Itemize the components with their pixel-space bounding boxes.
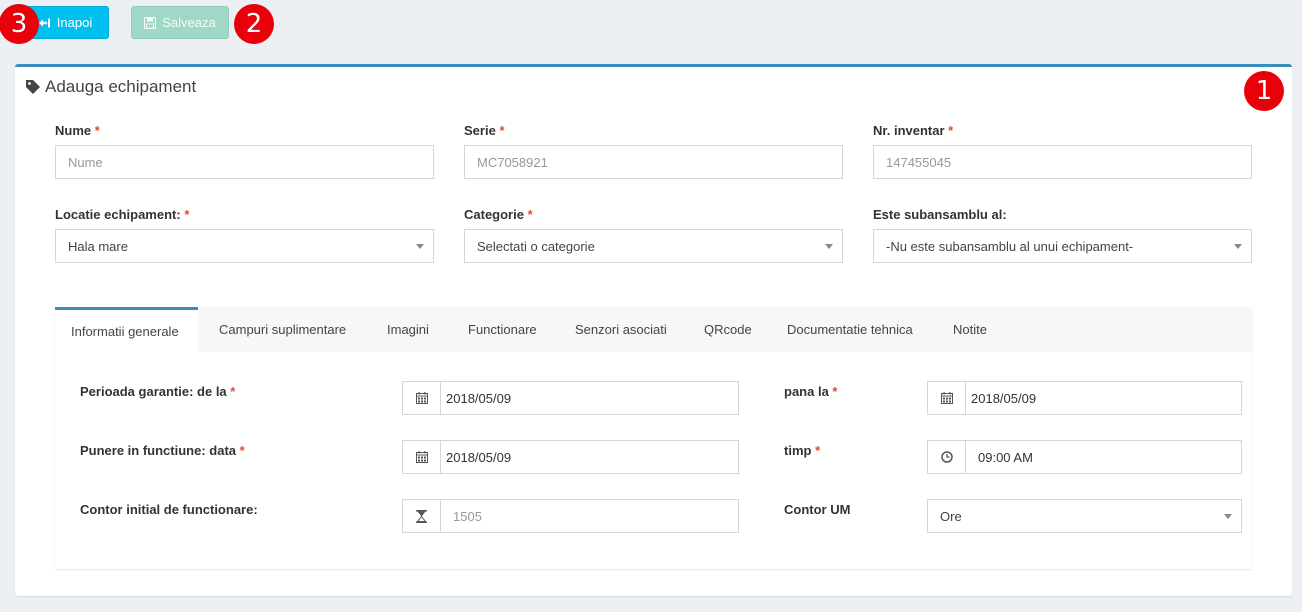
dropdown-caret-icon [1224,514,1232,519]
category-select[interactable]: Selectati o categorie [464,229,843,263]
inventory-input[interactable]: 147455045 [873,145,1252,179]
dropdown-caret-icon [825,244,833,249]
commissioning-time-value: 09:00 AM [978,449,1033,465]
initial-counter-label-text: Contor initial de functionare: [80,502,258,517]
tab-qrcode[interactable]: QRcode [688,307,768,352]
tab-label: Functionare [468,322,537,337]
calendar-icon [403,382,441,414]
warranty-from-label-text: Perioada garantie: de la [80,384,227,399]
sign-out-icon [38,18,50,27]
subassembly-select-value: -Nu este subansamblu al unui echipament- [886,238,1134,254]
save-button-label: Salveaza [162,15,216,30]
save-button[interactable]: Salveaza [131,6,229,39]
commissioning-time-label: timp * [784,443,820,458]
tab-operation[interactable]: Functionare [452,307,553,352]
tab-extra-fields[interactable]: Campuri suplimentare [203,307,362,352]
warranty-from-input[interactable]: 2018/05/09 [402,381,739,415]
tab-technical-docs[interactable]: Documentatie tehnica [771,307,929,352]
commissioning-time-label-text: timp [784,443,812,458]
tab-label: Campuri suplimentare [219,322,347,337]
warranty-to-value: 2018/05/09 [971,390,1037,406]
commissioning-date-label-text: Punere in functiune: data [80,443,237,458]
counter-unit-label-text: Contor UM [784,502,851,517]
tab-label: Imagini [387,322,429,337]
page-title: Adauga echipament [45,77,197,96]
annotation-badge-2: 2 [234,4,274,44]
calendar-icon [403,441,441,473]
add-equipment-panel: Adauga echipament 1 Nume * Nume Serie * … [15,64,1292,596]
tab-label: Informatii generale [71,323,179,339]
required-marker: * [499,123,505,138]
required-marker: * [832,384,838,399]
inventory-label: Nr. inventar * [873,123,953,138]
details-tabs-panel: Informatii generale Campuri suplimentare… [55,307,1252,569]
commissioning-date-value: 2018/05/09 [446,449,512,465]
dropdown-caret-icon [1234,244,1242,249]
location-select-value: Hala mare [68,238,128,254]
tab-label: Documentatie tehnica [787,322,913,337]
location-label: Locatie echipament: * [55,207,189,222]
required-marker: * [184,207,190,222]
panel-header: Adauga echipament [25,77,196,97]
location-select[interactable]: Hala mare [55,229,434,263]
tab-label: Senzori asociati [575,322,667,337]
floppy-disk-icon [144,16,157,29]
name-label: Nume * [55,123,100,138]
back-button-label: Inapoi [56,15,93,30]
tab-label: QRcode [704,322,752,337]
subassembly-label: Este subansamblu al: [873,207,1007,222]
warranty-from-value: 2018/05/09 [446,390,512,406]
category-label-text: Categorie [464,207,524,222]
warranty-to-input[interactable]: 2018/05/09 [927,381,1242,415]
warranty-from-label: Perioada garantie: de la * [80,384,235,399]
tab-images[interactable]: Imagini [371,307,445,352]
commissioning-date-label: Punere in functiune: data * [80,443,245,458]
top-toolbar: Inapoi Salveaza 3 2 [0,0,1302,50]
name-label-text: Nume [55,123,92,138]
name-input[interactable]: Nume [55,145,434,179]
tab-general-info[interactable]: Informatii generale [55,307,198,352]
dropdown-caret-icon [416,244,424,249]
required-marker: * [230,384,236,399]
tag-icon [26,80,40,94]
category-label: Categorie * [464,207,533,222]
counter-unit-value: Ore [940,508,962,524]
serial-label: Serie * [464,123,505,138]
location-label-text: Locatie echipament: [55,207,181,222]
tab-label: Notite [953,322,987,337]
inventory-label-text: Nr. inventar [873,123,945,138]
subassembly-label-text: Este subansamblu al: [873,207,1007,222]
required-marker: * [94,123,100,138]
commissioning-date-input[interactable]: 2018/05/09 [402,440,739,474]
initial-counter-input[interactable]: 1505 [402,499,739,533]
initial-counter-value: 1505 [453,508,482,524]
required-marker: * [948,123,954,138]
counter-unit-select[interactable]: Ore [927,499,1242,533]
required-marker: * [527,207,533,222]
required-marker: * [815,443,821,458]
warranty-to-label: pana la * [784,384,837,399]
subassembly-select[interactable]: -Nu este subansamblu al unui echipament- [873,229,1252,263]
inventory-input-value: 147455045 [886,154,952,170]
initial-counter-label: Contor initial de functionare: [80,502,258,517]
category-select-value: Selectati o categorie [477,238,595,254]
counter-unit-label: Contor UM [784,502,850,517]
name-input-placeholder: Nume [68,154,103,170]
warranty-to-label-text: pana la [784,384,829,399]
required-marker: * [239,443,245,458]
serial-label-text: Serie [464,123,496,138]
annotation-badge-3: 3 [0,4,39,44]
calendar-icon [928,382,966,414]
tab-sensors[interactable]: Senzori asociati [559,307,683,352]
annotation-badge-1: 1 [1244,71,1284,111]
commissioning-time-input[interactable]: 09:00 AM [927,440,1242,474]
serial-input[interactable]: MC7058921 [464,145,843,179]
serial-input-value: MC7058921 [477,154,548,170]
tab-notes[interactable]: Notite [937,307,1003,352]
hourglass-icon [403,500,441,532]
clock-icon [928,441,966,473]
tab-bar: Informatii generale Campuri suplimentare… [55,307,1252,352]
